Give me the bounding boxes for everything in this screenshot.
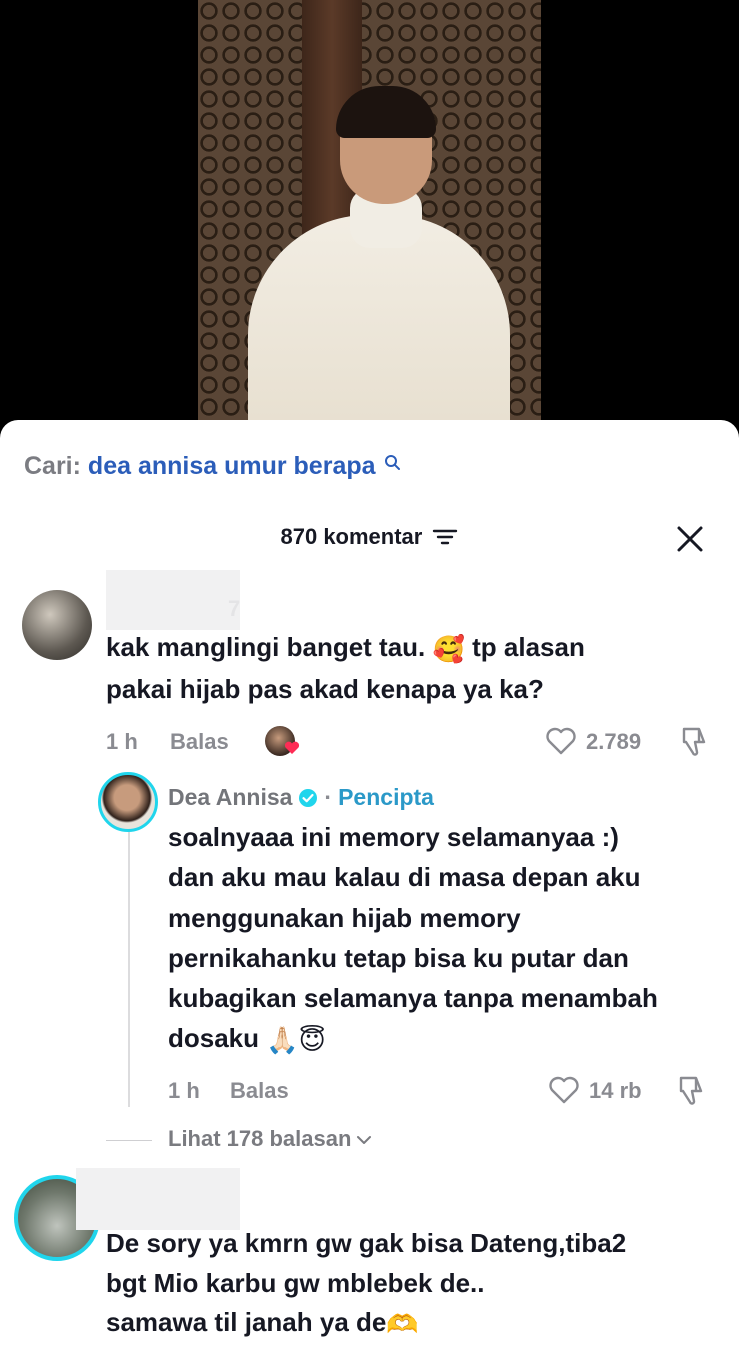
heart-hands-emoji: 🫶 bbox=[386, 1309, 419, 1339]
divider bbox=[106, 1139, 152, 1141]
thread-line bbox=[128, 822, 130, 1107]
reply-author-name: Dea Annisa bbox=[168, 784, 293, 810]
heart-icon[interactable] bbox=[548, 1075, 580, 1105]
reply-text: soalnyaaa ini memory selamanyaa :) dan a… bbox=[168, 817, 728, 1061]
username-blurred[interactable] bbox=[106, 570, 240, 630]
praying-halo-emoji: 🙏🏻😇 bbox=[266, 1025, 326, 1056]
reply-author-row[interactable]: Dea Annisa · Pencipta bbox=[168, 784, 434, 811]
separator-dot: · bbox=[324, 784, 333, 810]
username-blurred[interactable] bbox=[76, 1168, 240, 1230]
close-icon[interactable] bbox=[676, 525, 704, 553]
reply-button[interactable]: Balas bbox=[230, 1078, 289, 1104]
comments-count-header[interactable]: 870 komentar bbox=[0, 524, 739, 550]
creator-avatar[interactable] bbox=[98, 772, 158, 832]
sort-filter-icon[interactable] bbox=[432, 526, 458, 548]
comments-count: 870 komentar bbox=[280, 524, 423, 549]
dislike-icon[interactable] bbox=[678, 725, 710, 757]
video-player[interactable] bbox=[0, 0, 739, 440]
reply-time: 1 h bbox=[168, 1078, 200, 1103]
heart-badge-icon bbox=[284, 741, 300, 754]
comment-time: 1 h bbox=[106, 729, 138, 754]
chevron-down-icon bbox=[357, 1136, 372, 1145]
heart-icon[interactable] bbox=[545, 726, 577, 756]
verified-icon bbox=[299, 789, 318, 807]
comment-text: De sory ya kmrn gw gak bisa Dateng,tiba2… bbox=[106, 1224, 732, 1345]
like-count: 2.789 bbox=[586, 729, 642, 754]
person-figure bbox=[248, 215, 510, 440]
comment-text: kak manglingi banget tau. 🥰 tp alasan pa… bbox=[106, 632, 585, 704]
creator-badge: Pencipta bbox=[338, 784, 434, 810]
view-replies-button[interactable]: Lihat 178 balasan bbox=[106, 1126, 373, 1152]
avatar[interactable] bbox=[22, 590, 92, 660]
search-icon bbox=[385, 455, 401, 470]
search-suggestion[interactable]: Cari: dea annisa umur berapa bbox=[24, 452, 402, 481]
like-count: 14 rb bbox=[589, 1078, 642, 1103]
dislike-icon[interactable] bbox=[675, 1074, 707, 1106]
smiling-hearts-emoji: 🥰 bbox=[432, 634, 465, 664]
username-fragment: 7 bbox=[228, 596, 241, 621]
search-prefix: Cari: bbox=[24, 452, 81, 480]
search-query-link[interactable]: dea annisa umur berapa bbox=[88, 452, 376, 480]
reply-button[interactable]: Balas bbox=[170, 729, 229, 755]
view-replies-label: Lihat 178 balasan bbox=[168, 1126, 352, 1151]
